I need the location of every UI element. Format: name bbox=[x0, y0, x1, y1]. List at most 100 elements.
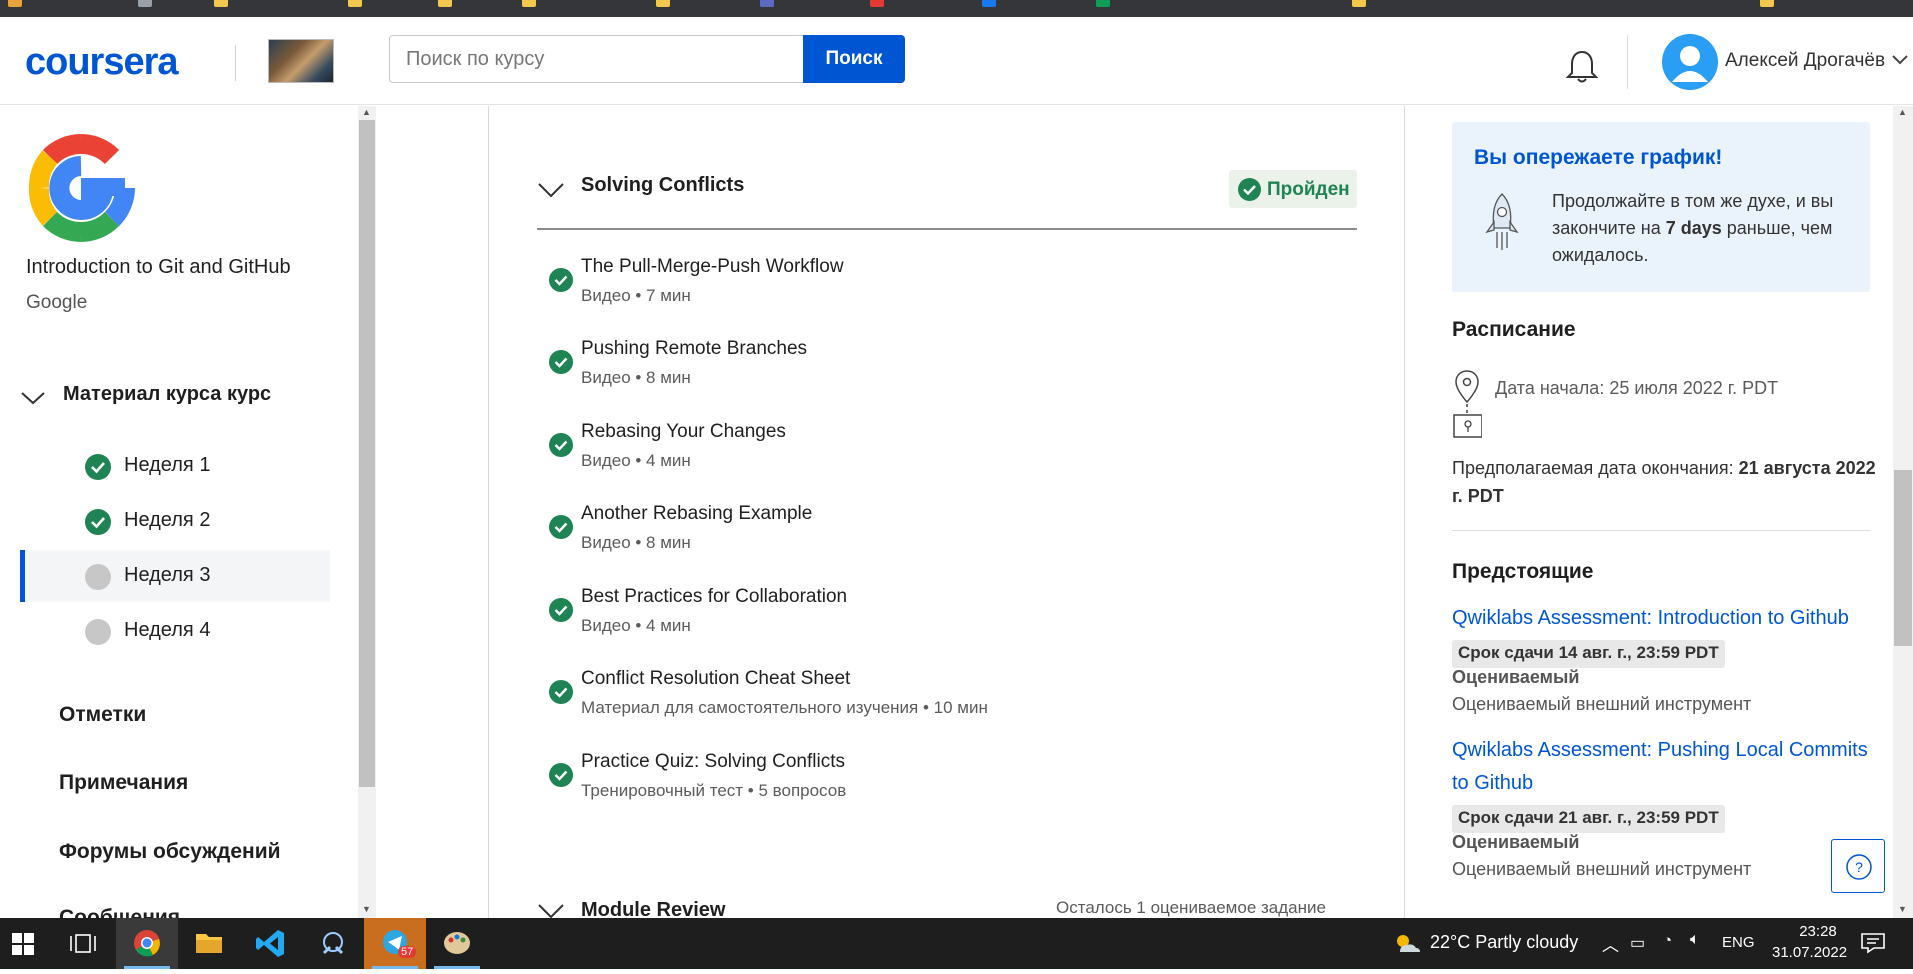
clock-time[interactable]: 23:28 bbox=[1783, 923, 1853, 940]
sidebar-link-grades[interactable]: Отметки bbox=[59, 703, 146, 727]
sidebar-item-week-3[interactable]: Неделя 3 bbox=[20, 550, 330, 602]
sidebar-item-week-1[interactable]: Неделя 1 bbox=[20, 440, 330, 492]
course-title[interactable]: Introduction to Git and GitHub bbox=[26, 256, 291, 279]
search-input[interactable] bbox=[389, 35, 803, 83]
wifi-icon[interactable]: ◔ bbox=[1663, 932, 1672, 949]
bookmarks-bar bbox=[0, 0, 1913, 17]
user-name[interactable]: Алексей Дрогачёв bbox=[1725, 50, 1885, 72]
chevron-down-icon[interactable] bbox=[20, 390, 46, 406]
sidebar-link-forums[interactable]: Форумы обсуждений bbox=[59, 840, 281, 864]
folder-icon[interactable] bbox=[656, 0, 670, 7]
volume-icon[interactable]: 🔈︎ bbox=[1690, 931, 1700, 949]
chevron-up-icon[interactable]: ︿ bbox=[1602, 931, 1619, 956]
course-material-toggle[interactable]: Материал курса курс bbox=[63, 383, 271, 406]
coursera-logo[interactable]: coursera bbox=[25, 41, 179, 84]
sidebar-item-week-4[interactable]: Неделя 4 bbox=[20, 605, 330, 657]
page-scrollbar-thumb[interactable] bbox=[1894, 470, 1912, 646]
chevron-down-icon[interactable] bbox=[537, 902, 565, 918]
language-indicator[interactable]: ENG bbox=[1722, 934, 1755, 951]
list-item[interactable]: Best Practices for Collaboration Видео •… bbox=[549, 586, 1309, 658]
ahead-of-schedule-card: Вы опережаете график! Продолжайте в том … bbox=[1452, 122, 1870, 292]
chevron-down-icon[interactable] bbox=[1890, 53, 1910, 67]
taskbar-file-explorer[interactable] bbox=[178, 918, 240, 969]
clock-date[interactable]: 31.07.2022 bbox=[1772, 944, 1847, 961]
scroll-down-icon[interactable]: ▼ bbox=[362, 904, 371, 914]
taskbar-vscode[interactable] bbox=[240, 918, 302, 969]
schedule-heading: Расписание bbox=[1452, 318, 1576, 341]
module-title[interactable]: Solving Conflicts bbox=[581, 174, 744, 197]
upcoming-link[interactable]: Qwiklabs Assessment: Introduction to Git… bbox=[1452, 602, 1882, 635]
bookmark-icon[interactable] bbox=[982, 0, 996, 7]
taskbar-telegram[interactable]: 57 bbox=[364, 918, 426, 969]
next-module-title[interactable]: Module Review bbox=[581, 899, 725, 918]
upcoming-link[interactable]: Qwiklabs Assessment: Pushing Local Commi… bbox=[1452, 734, 1882, 800]
course-sidebar: Introduction to Git and GitHub Google Ма… bbox=[0, 106, 358, 918]
notifications-icon[interactable] bbox=[1860, 932, 1886, 954]
list-item[interactable]: Another Rebasing Example Видео • 8 мин bbox=[549, 503, 1309, 575]
bell-icon[interactable] bbox=[1565, 49, 1599, 85]
folder-icon[interactable] bbox=[438, 0, 452, 7]
scroll-up-icon[interactable]: ▲ bbox=[1898, 107, 1907, 117]
sidebar-scrollbar-thumb[interactable] bbox=[359, 120, 375, 787]
item-title[interactable]: Best Practices for Collaboration bbox=[581, 586, 847, 608]
list-item[interactable]: Conflict Resolution Cheat Sheet Материал… bbox=[549, 668, 1309, 740]
ahead-text: Продолжайте в том же духе, и вы закончит… bbox=[1552, 191, 1834, 265]
search-button[interactable]: Поиск bbox=[803, 35, 905, 83]
bookmark-icon[interactable] bbox=[8, 0, 22, 7]
ahead-title: Вы опережаете график! bbox=[1474, 146, 1723, 169]
help-icon: ? bbox=[1846, 854, 1872, 880]
task-view-button[interactable] bbox=[52, 918, 114, 969]
list-item[interactable]: Pushing Remote Branches Видео • 8 мин bbox=[549, 338, 1309, 410]
folder-icon[interactable] bbox=[1352, 0, 1366, 7]
weather-icon[interactable] bbox=[1392, 930, 1422, 956]
scroll-up-icon[interactable]: ▲ bbox=[362, 107, 371, 117]
bookmark-icon[interactable] bbox=[138, 0, 152, 7]
bookmark-icon[interactable] bbox=[1096, 0, 1110, 7]
module-content: Solving Conflicts Пройден The Pull-Merge… bbox=[488, 106, 1405, 918]
folder-icon[interactable] bbox=[348, 0, 362, 7]
sidebar-link-messages[interactable]: Сообщения bbox=[59, 906, 180, 918]
graded-label: Оцениваемый bbox=[1452, 667, 1580, 687]
scroll-down-icon[interactable]: ▼ bbox=[1898, 904, 1907, 914]
list-item[interactable]: The Pull-Merge-Push Workflow Видео • 7 м… bbox=[549, 256, 1309, 328]
item-meta: Видео • 4 мин bbox=[581, 616, 691, 635]
weather-text[interactable]: 22°C Partly cloudy bbox=[1430, 932, 1578, 953]
week-label: Неделя 1 bbox=[124, 454, 211, 476]
folder-icon[interactable] bbox=[214, 0, 228, 7]
check-circle-icon bbox=[1238, 178, 1261, 201]
due-badge: Срок сдачи 14 авг. г., 23:59 PDT bbox=[1452, 640, 1725, 668]
course-org: Google bbox=[26, 292, 88, 313]
taskbar-paint[interactable] bbox=[426, 918, 488, 969]
item-title[interactable]: Practice Quiz: Solving Conflicts bbox=[581, 751, 845, 773]
sidebar-link-notes[interactable]: Примечания bbox=[59, 771, 188, 795]
item-meta: Видео • 8 мин bbox=[581, 533, 691, 552]
help-button[interactable]: ? bbox=[1831, 839, 1885, 893]
list-item[interactable]: Rebasing Your Changes Видео • 4 мин bbox=[549, 421, 1309, 493]
chrome-icon bbox=[134, 930, 160, 957]
item-title[interactable]: Another Rebasing Example bbox=[581, 503, 812, 525]
item-title[interactable]: Conflict Resolution Cheat Sheet bbox=[581, 668, 850, 690]
panel-divider bbox=[1452, 530, 1870, 531]
folder-icon[interactable] bbox=[522, 0, 536, 7]
item-title[interactable]: Rebasing Your Changes bbox=[581, 421, 786, 443]
list-item[interactable]: Practice Quiz: Solving Conflicts Трениро… bbox=[549, 751, 1309, 823]
item-title[interactable]: Pushing Remote Branches bbox=[581, 338, 807, 360]
bookmark-icon[interactable] bbox=[870, 0, 884, 7]
sidebar-item-week-2[interactable]: Неделя 2 bbox=[20, 495, 330, 547]
avatar[interactable] bbox=[1662, 34, 1718, 90]
bookmark-icon[interactable] bbox=[760, 0, 774, 7]
unread-badge: 57 bbox=[398, 946, 417, 958]
battery-icon[interactable]: ▭ bbox=[1630, 933, 1645, 953]
week-label: Неделя 4 bbox=[124, 619, 211, 641]
item-meta: Видео • 8 мин bbox=[581, 368, 691, 387]
assignment-type: Оцениваемый внешний инструмент bbox=[1452, 859, 1752, 879]
chevron-down-icon[interactable] bbox=[537, 181, 565, 199]
taskbar-network-tool[interactable] bbox=[302, 918, 364, 969]
remaining-graded-label: Осталось 1 оцениваемое задание bbox=[1056, 898, 1326, 917]
folder-icon bbox=[196, 934, 222, 953]
taskbar-chrome[interactable] bbox=[116, 918, 178, 969]
folder-icon[interactable] bbox=[1760, 0, 1774, 7]
item-title[interactable]: The Pull-Merge-Push Workflow bbox=[581, 256, 844, 278]
user-icon bbox=[1672, 46, 1708, 82]
end-date: Предполагаемая дата окончания: 21 август… bbox=[1452, 458, 1876, 506]
